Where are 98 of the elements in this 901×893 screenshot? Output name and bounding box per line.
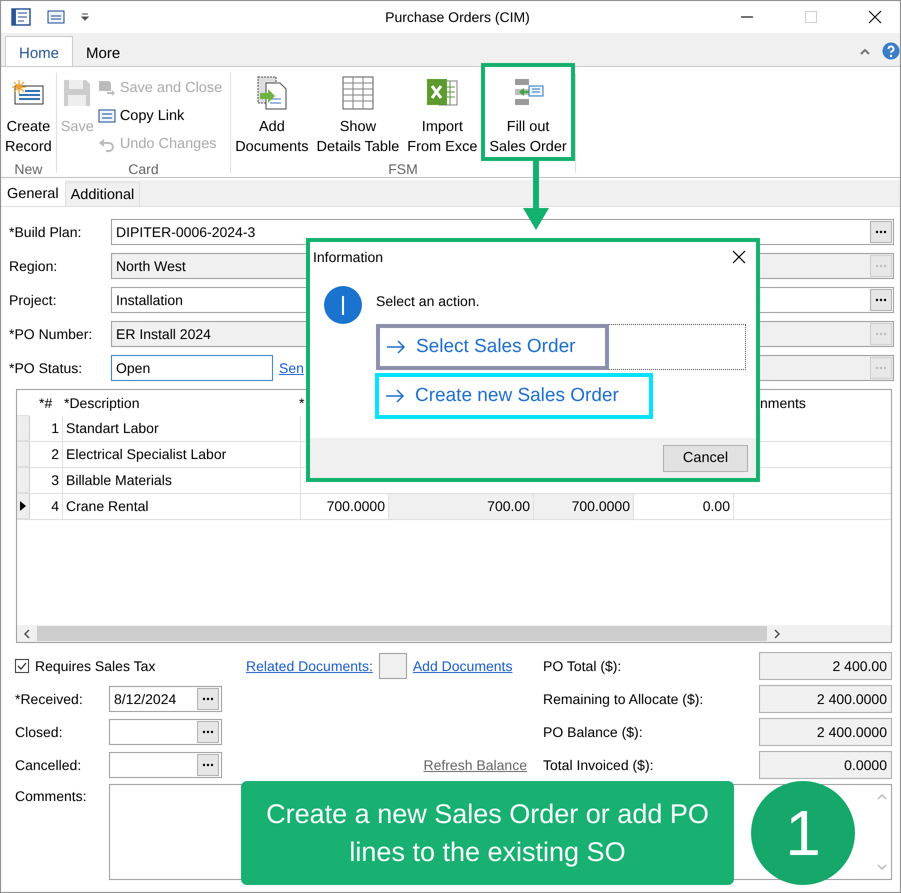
field-label: *PO Status:	[9, 360, 84, 376]
amount-field: 2 400.0000	[759, 685, 892, 713]
text-box-icon	[98, 108, 116, 124]
field-label: Closed:	[14, 723, 64, 742]
group-label: FSM	[387, 161, 419, 177]
ribbon-button[interactable]: Add Documents	[231, 73, 313, 161]
undo-icon	[98, 136, 116, 152]
field-label: *PO Number:	[9, 326, 94, 342]
amount-field: 2 400.0000	[759, 718, 892, 746]
text-box-icon[interactable]	[47, 9, 65, 25]
collapse-icon[interactable]	[860, 49, 870, 55]
field-label: Project:	[9, 292, 58, 308]
arrow-icon	[385, 389, 405, 403]
table-cell: 1	[51, 420, 59, 436]
table-cell: 3	[51, 472, 59, 488]
ribbon-button[interactable]: Show Details Table	[312, 73, 404, 161]
ribbon-tab[interactable]: More	[73, 36, 134, 66]
date-field[interactable]	[109, 752, 222, 778]
save-close-icon	[98, 80, 116, 96]
dialog-title: Information	[313, 249, 384, 265]
link[interactable]: Refresh Balance	[423, 757, 527, 773]
table-cell: Electrical Specialist Labor	[66, 446, 226, 462]
field-label: PO Balance ($):	[543, 724, 643, 740]
checkbox-icon	[15, 659, 29, 673]
more-icon	[875, 298, 887, 302]
scroll-right-icon[interactable]	[773, 628, 781, 638]
ribbon-button[interactable]: Import From Exce	[403, 73, 482, 161]
table-cell: Crane Rental	[66, 498, 148, 514]
lookup-button[interactable]	[197, 721, 219, 743]
dialog-message: Select an action.	[376, 292, 481, 311]
table-cell: Billable Materials	[66, 472, 172, 488]
column-header: *Description	[64, 395, 140, 411]
horizontal-scrollbar[interactable]	[17, 625, 891, 642]
ribbon-button[interactable]: Fill out Sales Order	[481, 63, 575, 161]
date-field[interactable]	[109, 719, 222, 745]
more-icon	[875, 230, 887, 234]
page-tab[interactable]: Additional	[64, 182, 140, 206]
arrow-icon	[386, 340, 406, 354]
help-icon[interactable]	[882, 42, 900, 60]
table-icon	[342, 75, 374, 111]
more-icon	[202, 697, 214, 701]
table-cell: 0.00	[702, 498, 730, 514]
field-label: Comments:	[14, 787, 88, 806]
amount-field: 0.0000	[759, 751, 892, 779]
step-badge: 1	[751, 781, 855, 885]
field-label: *Build Plan:	[9, 224, 82, 240]
field-label: Remaining to Allocate ($):	[543, 691, 704, 707]
lookup-button[interactable]	[197, 754, 219, 776]
table-cell: 700.00	[487, 498, 530, 514]
close-icon[interactable]	[868, 10, 882, 24]
option-button[interactable]: Select Sales Order	[376, 324, 610, 370]
field-label: Cancelled:	[14, 756, 82, 775]
group-label: Card	[127, 161, 160, 177]
field-label: PO Total ($):	[543, 658, 622, 674]
lookup-button[interactable]	[870, 221, 892, 243]
app-icon[interactable]	[11, 8, 31, 26]
link[interactable]: Related Documents:	[246, 658, 373, 674]
table-cell: 2	[51, 446, 59, 462]
current-row-icon	[20, 501, 26, 511]
more-icon	[875, 264, 887, 268]
scroll-left-icon[interactable]	[23, 628, 31, 638]
page-tab[interactable]: General	[1, 180, 65, 206]
group-label: New	[13, 161, 44, 177]
table-cell: 700.0000	[572, 498, 630, 514]
text-field[interactable]: Open	[111, 355, 273, 381]
column-header: *	[299, 395, 304, 411]
more-icon	[875, 366, 887, 370]
table-cell: 700.0000	[326, 498, 385, 514]
window-title: Purchase Orders (CIM)	[384, 9, 531, 25]
row-indicator[interactable]	[17, 494, 30, 519]
close-icon[interactable]	[732, 250, 746, 264]
table-cell: 4	[51, 498, 59, 514]
cancel-button[interactable]: Cancel	[663, 444, 748, 472]
link[interactable]: Sen	[279, 360, 304, 376]
lookup-button[interactable]	[870, 289, 892, 311]
field-label: *Received:	[14, 690, 84, 709]
info-icon	[324, 286, 362, 324]
column-header: *#	[39, 395, 52, 411]
ribbon-tab[interactable]: Home	[5, 36, 74, 66]
column-header: nments	[760, 395, 806, 411]
link[interactable]: Add Documents	[412, 658, 512, 674]
amount-field: 2 400.00	[759, 652, 892, 680]
checkbox[interactable]: Requires Sales Tax	[9, 652, 246, 680]
more-icon	[202, 763, 214, 767]
table-cell: Standart Labor	[66, 420, 159, 436]
more-icon	[202, 730, 214, 734]
dropdown-icon[interactable]	[81, 13, 89, 21]
field-label: Region:	[9, 258, 58, 274]
option-button[interactable]: Create new Sales Order	[375, 373, 653, 419]
document-arrow-icon	[256, 75, 288, 111]
document-box	[378, 653, 407, 679]
more-icon	[875, 332, 887, 336]
callout-tooltip: Create a new Sales Order or add PO lines to the existing SO	[241, 781, 734, 885]
date-field[interactable]: 8/12/2024	[109, 686, 222, 712]
field-label: Total Invoiced ($):	[543, 757, 654, 773]
ribbon-button[interactable]: Create Record	[1, 73, 56, 161]
ribbon-button[interactable]: Copy Link	[98, 105, 222, 127]
lookup-button[interactable]	[197, 688, 219, 710]
